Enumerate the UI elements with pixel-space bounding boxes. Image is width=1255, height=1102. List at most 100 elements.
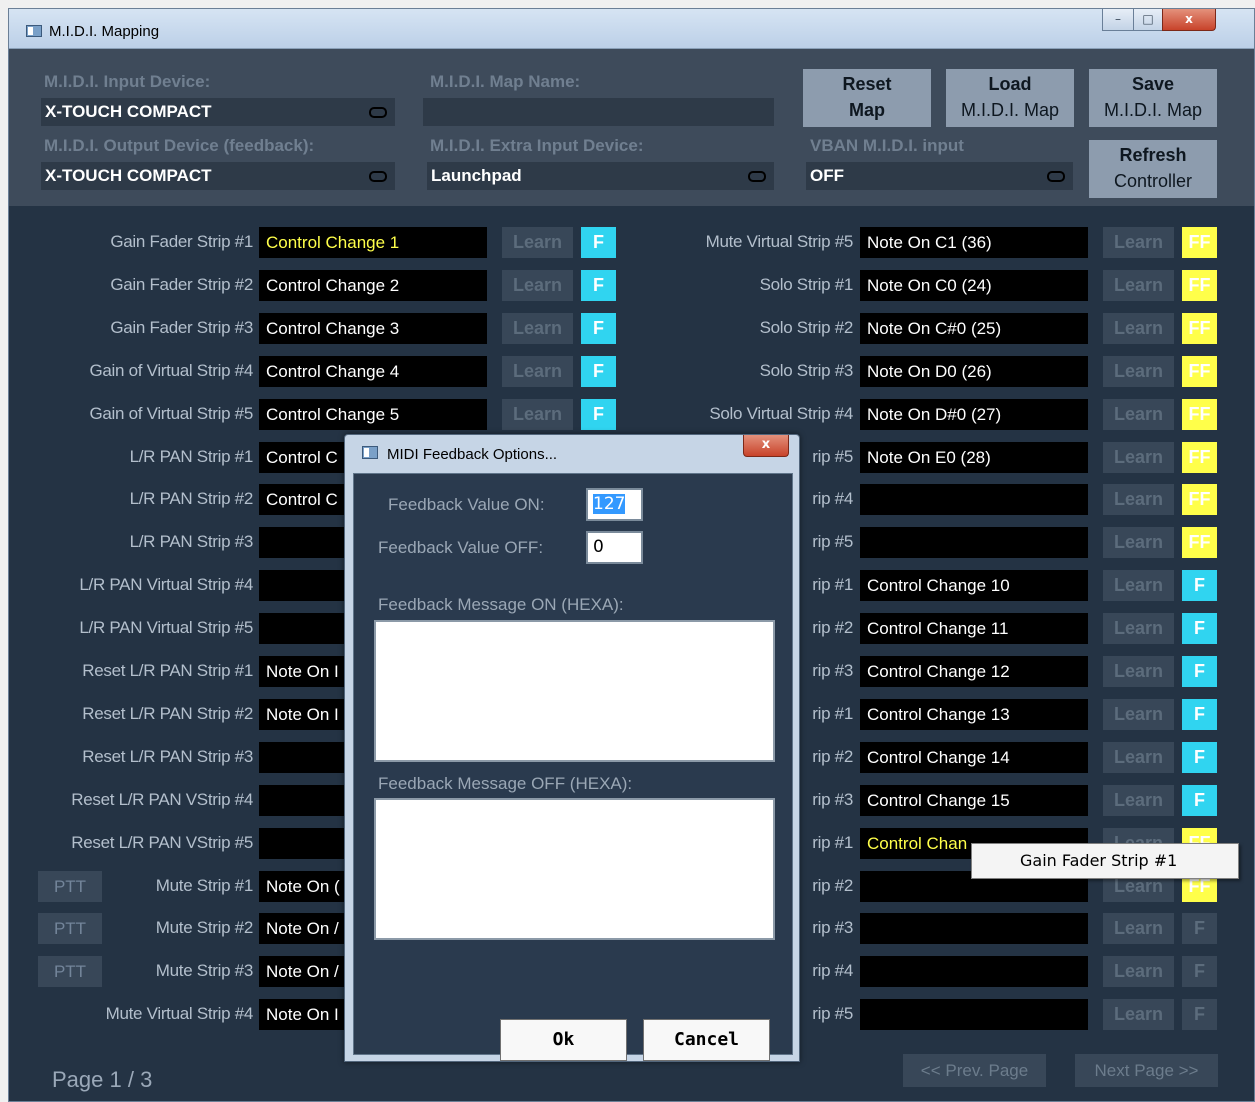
mapping-value-field[interactable]: Control Change 2 (259, 270, 487, 301)
mapping-value-field[interactable]: Note On D0 (26) (860, 356, 1088, 387)
output-device-select[interactable]: X-TOUCH COMPACT (41, 162, 395, 190)
learn-button[interactable]: Learn (1103, 570, 1174, 601)
dropdown-toggle-icon (748, 171, 766, 182)
feedback-button[interactable]: FF (1182, 527, 1217, 558)
learn-button[interactable]: Learn (1103, 913, 1174, 944)
mapping-value-field[interactable]: Control Change 13 (860, 699, 1088, 730)
dropdown-toggle-icon (1047, 171, 1065, 182)
row-label: Reset L/R PAN Strip #2 (82, 704, 253, 723)
learn-button[interactable]: Learn (1103, 699, 1174, 730)
row-label: Solo Strip #2 (759, 318, 854, 337)
feedback-button[interactable]: FF (1182, 356, 1217, 387)
learn-button[interactable]: Learn (1103, 484, 1174, 515)
cancel-button[interactable]: Cancel (643, 1019, 770, 1061)
feedback-button[interactable]: F (1182, 613, 1217, 644)
midi-feedback-dialog: MIDI Feedback Options... x Feedback Valu… (344, 434, 800, 1062)
feedback-button[interactable]: F (1182, 742, 1217, 773)
mapping-value-field[interactable]: Control Change 4 (259, 356, 487, 387)
ptt-button[interactable]: PTT (38, 956, 102, 987)
feedback-button[interactable]: F (1182, 913, 1217, 944)
feedback-button[interactable]: FF (1182, 313, 1217, 344)
vban-select[interactable]: OFF (806, 162, 1073, 190)
mapping-value-field[interactable] (860, 999, 1088, 1030)
save-map-button[interactable]: Save M.I.D.I. Map (1089, 69, 1217, 127)
next-page-button[interactable]: Next Page >> (1075, 1054, 1218, 1087)
learn-button[interactable]: Learn (1103, 227, 1174, 258)
dialog-close-button[interactable]: x (743, 435, 789, 457)
learn-button[interactable]: Learn (1103, 527, 1174, 558)
input-device-select[interactable]: X-TOUCH COMPACT (41, 98, 395, 126)
feedback-button[interactable]: FF (1182, 227, 1217, 258)
mapping-value-field[interactable]: Note On C1 (36) (860, 227, 1088, 258)
reset-map-line1: Reset (842, 74, 892, 94)
row-label: Reset L/R PAN VStrip #5 (71, 833, 253, 852)
value-off-text: 0 (593, 537, 604, 557)
mapping-value-field[interactable] (860, 527, 1088, 558)
ptt-button[interactable]: PTT (38, 913, 102, 944)
mapping-value-field[interactable]: Note On C0 (24) (860, 270, 1088, 301)
learn-button[interactable]: Learn (1103, 742, 1174, 773)
row-label: Solo Strip #1 (759, 275, 854, 294)
reset-map-button[interactable]: Reset Map (803, 69, 931, 127)
learn-button[interactable]: Learn (1103, 956, 1174, 987)
row-label: Gain of Virtual Strip #5 (89, 404, 253, 423)
learn-button[interactable]: Learn (1103, 442, 1174, 473)
message-off-textarea[interactable] (374, 798, 775, 940)
learn-button[interactable]: Learn (1103, 656, 1174, 687)
dropdown-toggle-icon (369, 107, 387, 118)
feedback-button[interactable]: F (1182, 570, 1217, 601)
refresh-controller-button[interactable]: Refresh Controller (1089, 140, 1217, 198)
save-map-line1: Save (1131, 74, 1175, 94)
mapping-value-field[interactable]: Control Change 3 (259, 313, 487, 344)
learn-button[interactable]: Learn (1103, 399, 1174, 430)
mapping-value-field[interactable]: Control Change 11 (860, 613, 1088, 644)
feedback-button[interactable]: F (1182, 699, 1217, 730)
feedback-button[interactable]: F (1182, 785, 1217, 816)
dropdown-toggle-icon (369, 171, 387, 182)
extra-input-select[interactable]: Launchpad (427, 162, 774, 190)
mapping-value-field[interactable]: Note On D#0 (27) (860, 399, 1088, 430)
row-label: Mute Virtual Strip #4 (105, 1004, 254, 1023)
mapping-value-field[interactable] (860, 913, 1088, 944)
mapping-value-field[interactable] (860, 956, 1088, 987)
value-off-input[interactable]: 0 (586, 531, 643, 564)
feedback-button[interactable]: FF (1182, 484, 1217, 515)
minimize-button[interactable]: – (1102, 9, 1134, 31)
feedback-button[interactable]: FF (1182, 399, 1217, 430)
mapping-value-field[interactable]: Control Change 1 (259, 227, 487, 258)
learn-button[interactable]: Learn (1103, 785, 1174, 816)
page-indicator: Page 1 / 3 (52, 1067, 153, 1092)
feedback-button[interactable]: FF (1182, 270, 1217, 301)
feedback-button[interactable]: F (1182, 956, 1217, 987)
learn-button[interactable]: Learn (1103, 613, 1174, 644)
learn-button[interactable]: Learn (1103, 356, 1174, 387)
map-name-label: M.I.D.I. Map Name: (430, 72, 581, 91)
close-button[interactable]: x (1162, 9, 1216, 31)
mapping-value-field[interactable]: Control Change 10 (860, 570, 1088, 601)
dialog-app-icon (362, 446, 378, 459)
refresh-line2: Controller (1113, 171, 1193, 191)
ok-button[interactable]: Ok (500, 1019, 627, 1061)
mapping-value-field[interactable] (860, 484, 1088, 515)
ptt-button[interactable]: PTT (38, 871, 102, 902)
value-off-label: Feedback Value OFF: (378, 538, 544, 557)
feedback-button[interactable]: F (1182, 999, 1217, 1030)
value-on-input[interactable]: 127 (586, 488, 643, 521)
map-name-input[interactable] (423, 98, 774, 126)
vban-value: OFF (810, 166, 844, 185)
load-map-button[interactable]: Load M.I.D.I. Map (946, 69, 1074, 127)
learn-button[interactable]: Learn (1103, 270, 1174, 301)
mapping-value-field[interactable]: Control Change 12 (860, 656, 1088, 687)
mapping-value-field[interactable]: Note On E0 (28) (860, 442, 1088, 473)
message-on-textarea[interactable] (374, 620, 775, 762)
feedback-button[interactable]: F (1182, 656, 1217, 687)
feedback-button[interactable]: FF (1182, 442, 1217, 473)
mapping-value-field[interactable]: Note On C#0 (25) (860, 313, 1088, 344)
learn-button[interactable]: Learn (1103, 313, 1174, 344)
mapping-value-field[interactable]: Control Change 14 (860, 742, 1088, 773)
maximize-button[interactable]: □ (1133, 9, 1163, 31)
mapping-value-field[interactable]: Control Change 5 (259, 399, 487, 430)
prev-page-button[interactable]: << Prev. Page (903, 1054, 1046, 1087)
learn-button[interactable]: Learn (1103, 999, 1174, 1030)
mapping-value-field[interactable]: Control Change 15 (860, 785, 1088, 816)
